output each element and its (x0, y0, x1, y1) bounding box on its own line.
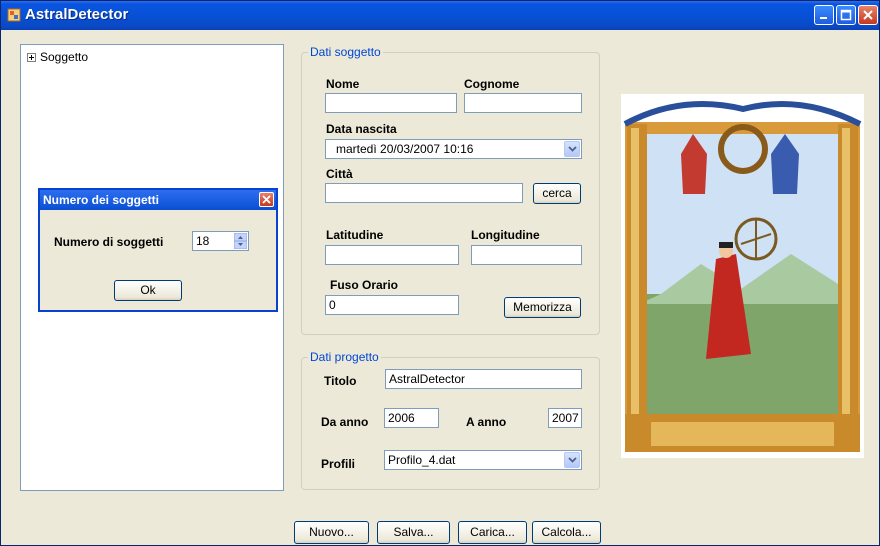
close-icon (863, 10, 873, 20)
dialog-title: Numero dei soggetti (43, 193, 160, 207)
longitude-label: Longitudine (471, 228, 540, 242)
subjects-count-label: Numero di soggetti (54, 235, 164, 249)
maximize-button[interactable] (836, 5, 856, 25)
city-field[interactable] (325, 183, 523, 203)
latitude-field[interactable] (325, 245, 459, 265)
subjects-count-dialog: Numero dei soggetti Numero di soggetti 1… (38, 188, 278, 312)
dialog-close-button[interactable] (259, 192, 274, 207)
maximize-icon (840, 9, 852, 21)
timezone-label: Fuso Orario (330, 278, 399, 292)
longitude-field[interactable] (471, 245, 582, 265)
minimize-button[interactable] (814, 5, 834, 25)
calculate-button[interactable]: Calcola... (532, 521, 601, 544)
from-year-label: Da anno (321, 415, 369, 429)
profile-combo[interactable]: Profilo_4.dat (384, 450, 582, 470)
chevron-down-icon (568, 146, 577, 152)
profile-value: Profilo_4.dat (388, 453, 456, 467)
project-title-label: Titolo (324, 374, 357, 388)
dialog-title-bar[interactable]: Numero dei soggetti (40, 190, 276, 210)
to-year-label: A anno (466, 415, 507, 429)
birth-date-dropdown-button[interactable] (564, 141, 580, 157)
birth-date-label: Data nascita (326, 122, 397, 136)
project-title-field[interactable]: AstralDetector (385, 369, 582, 389)
city-label: Città (326, 167, 353, 181)
minimize-icon (820, 17, 827, 19)
load-button[interactable]: Carica... (458, 521, 527, 544)
chevron-down-icon (568, 457, 577, 463)
title-bar[interactable]: AstralDetector (1, 1, 879, 30)
cognome-label: Cognome (464, 77, 520, 91)
birth-date-picker[interactable]: martedì 20/03/2007 10:16 (325, 139, 582, 159)
from-year-field[interactable]: 2006 (384, 408, 439, 428)
spinner-arrows-icon[interactable] (234, 233, 247, 249)
close-button[interactable] (858, 5, 878, 25)
subject-group-title: Dati soggetto (308, 45, 383, 59)
tree-item-soggetto[interactable]: Soggetto (27, 50, 88, 64)
subjects-count-value: 18 (196, 234, 210, 248)
main-window: AstralDetector Soggetto Dati soggetto No… (0, 0, 880, 546)
subjects-count-stepper[interactable]: 18 (192, 231, 249, 251)
tree-item-label: Soggetto (40, 50, 89, 64)
nome-label: Nome (326, 77, 360, 91)
nome-field[interactable] (325, 93, 457, 113)
astronomer-illustration (621, 94, 864, 458)
manuscript-picture (621, 94, 864, 458)
ok-button[interactable]: Ok (114, 280, 182, 301)
to-year-field[interactable]: 2007 (548, 408, 582, 428)
window-title: AstralDetector (25, 6, 129, 23)
project-group-title: Dati progetto (308, 350, 381, 364)
profile-label: Profili (321, 457, 356, 471)
search-city-button[interactable]: cerca (533, 183, 581, 204)
app-icon (7, 8, 21, 22)
cognome-field[interactable] (464, 93, 582, 113)
memorize-button[interactable]: Memorizza (504, 297, 581, 318)
timezone-field[interactable]: 0 (325, 295, 459, 315)
close-icon (262, 195, 271, 204)
latitude-label: Latitudine (326, 228, 384, 242)
profile-dropdown-button[interactable] (564, 452, 580, 468)
birth-date-value: martedì 20/03/2007 10:16 (336, 142, 474, 156)
save-button[interactable]: Salva... (377, 521, 450, 544)
expand-plus-icon[interactable] (27, 53, 36, 63)
new-button[interactable]: Nuovo... (294, 521, 369, 544)
